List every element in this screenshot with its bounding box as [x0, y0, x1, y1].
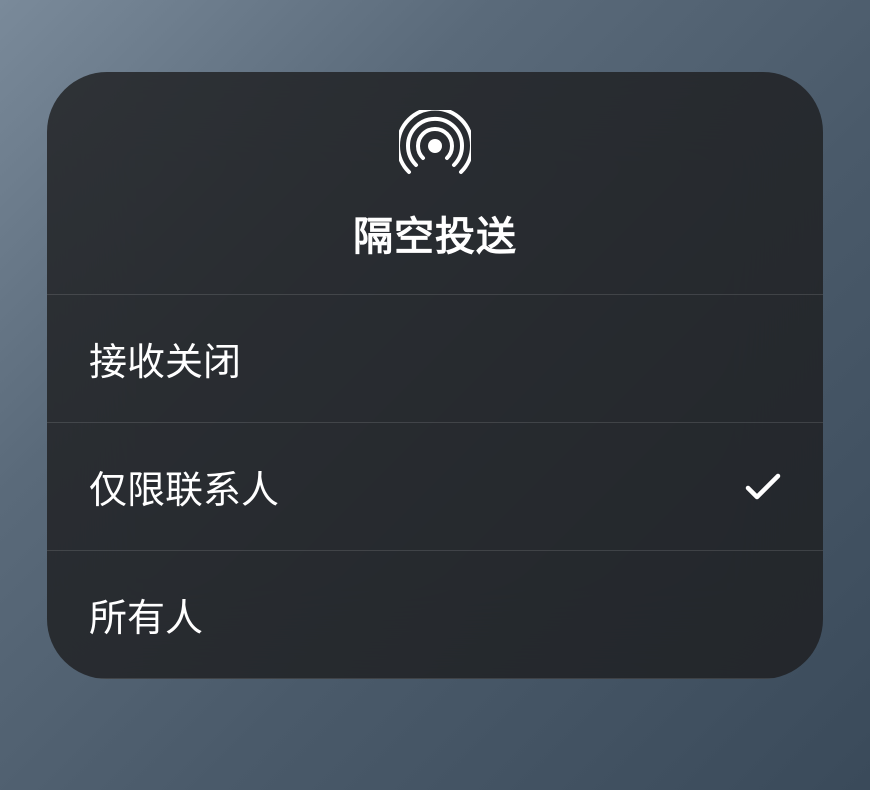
panel-title: 隔空投送	[353, 204, 517, 262]
option-label: 仅限联系人	[89, 459, 279, 514]
panel-header: 隔空投送	[47, 72, 823, 295]
checkmark-icon	[745, 469, 781, 505]
airdrop-icon	[399, 110, 471, 182]
option-label: 所有人	[89, 587, 203, 642]
option-everyone[interactable]: 所有人	[47, 551, 823, 679]
options-list: 接收关闭 仅限联系人 所有人	[47, 295, 823, 679]
option-contacts-only[interactable]: 仅限联系人	[47, 423, 823, 551]
option-label: 接收关闭	[89, 331, 241, 386]
option-receiving-off[interactable]: 接收关闭	[47, 295, 823, 423]
airdrop-panel: 隔空投送 接收关闭 仅限联系人 所有人	[47, 72, 823, 679]
